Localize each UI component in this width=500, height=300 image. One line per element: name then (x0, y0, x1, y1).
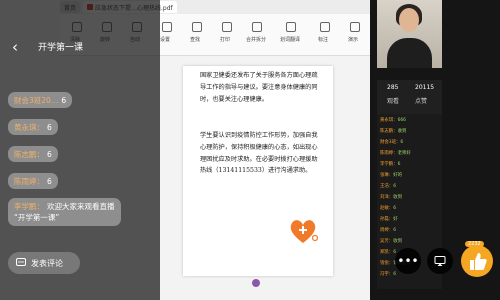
present-icon[interactable] (350, 22, 360, 32)
chat-bubble: 黄永琪： 6 (8, 119, 58, 135)
danmaku-text: 6 (393, 184, 396, 189)
chat-user: 李学鹏： (14, 202, 44, 211)
danmaku-user: 张琳： (380, 173, 394, 178)
chat-text: 欢迎大家来观看直播 (47, 202, 115, 211)
danmaku-text: 好 (393, 217, 398, 222)
thumbs-up-icon[interactable] (460, 244, 494, 278)
teacher-camera (377, 0, 442, 68)
chat-bubble: 陈雨婷： 6 (8, 173, 58, 189)
toolbar-label: 演示 (348, 37, 359, 43)
danmaku-user: 黄永琪： (380, 118, 398, 123)
chat-text: 6 (61, 95, 67, 105)
viewer-label: 观看 (387, 98, 400, 105)
chat-user: 财会3班20… (14, 95, 59, 105)
danmaku-item: 周婷：6 (380, 228, 438, 234)
toolbar-label: 设置 (160, 37, 171, 43)
person-body (387, 38, 432, 68)
chat-message: 李学鹏： 欢迎大家来观看直播 “开学第一课” (8, 198, 121, 226)
danmaku-item: 陈志鹏：收到 (380, 129, 438, 135)
danmaku-item: 陈雨婷：老师好 (380, 151, 438, 157)
danmaku-user: 赵敏： (380, 206, 394, 211)
danmaku-user: 吴芳： (380, 239, 394, 244)
live-stats: 285 20115 观看 点赞 (377, 80, 442, 114)
chevron-left-icon[interactable]: ‹ (12, 40, 24, 55)
toolbar-label: 划词翻译 (280, 37, 301, 43)
chat-text: 6 (47, 122, 52, 132)
chat-bubble: 财会3班20… 6 (8, 92, 73, 108)
settings-icon[interactable] (162, 22, 172, 32)
danmaku-item: 黄永琪：666 (380, 118, 438, 124)
viewer-count: 285 (387, 84, 399, 91)
chat-text: “开学第一课” (14, 213, 60, 222)
chat-message: 财会3班20… 6 (8, 92, 73, 108)
print-icon[interactable] (222, 22, 232, 32)
danmaku-user: 刘洋： (380, 195, 394, 200)
danmaku-item: 孙磊：好 (380, 217, 438, 223)
danmaku-user: 财会3班： (380, 140, 401, 145)
danmaku-text: 6 (393, 206, 396, 211)
document-paragraph: 国家卫健委还发布了关于服务各方面心理疏导工作的指导与建议。要注意身体健康的同时，… (200, 72, 318, 103)
danmaku-text: 老师好 (397, 151, 411, 156)
danmaku-text: 好的 (393, 173, 402, 178)
danmaku-text: 收到 (393, 239, 402, 244)
more-icon: ••• (397, 254, 419, 268)
danmaku-item: 王浩：6 (380, 184, 438, 190)
danmaku-user: 钱悦： (380, 261, 394, 266)
like-label: 点赞 (415, 98, 428, 105)
danmaku-user: 周婷： (380, 228, 394, 233)
person-face (399, 8, 419, 32)
heart-stethoscope-icon (290, 220, 319, 243)
chat-user: 黄永琪： (14, 122, 44, 132)
chat-bubble: 李学鹏： 欢迎大家来观看直播 “开学第一课” (8, 198, 121, 226)
chat-message: 陈志鹏： 6 (8, 146, 58, 162)
danmaku-user: 王浩： (380, 184, 394, 189)
cast-icon (434, 256, 446, 266)
danmaku-text: 666 (397, 118, 406, 123)
danmaku-user: 陈雨婷： (380, 151, 398, 156)
danmaku-user: 陈志鹏： (380, 129, 398, 134)
chat-message: 陈雨婷： 6 (8, 173, 58, 189)
page-indicator[interactable] (252, 279, 260, 287)
danmaku-user: 孙磊： (380, 217, 394, 222)
like-count-badge: 2232 (465, 241, 484, 247)
live-title: 开学第一课 (38, 43, 84, 53)
toolbar-label: 标注 (318, 37, 329, 43)
danmaku-text: 6 (393, 228, 396, 233)
comment-button[interactable]: 发表评论 (8, 252, 80, 274)
chat-user: 陈雨婷： (14, 176, 44, 186)
chat-text: 6 (47, 176, 52, 186)
chat-text: 6 (47, 149, 52, 159)
annotate-icon[interactable] (320, 22, 330, 32)
danmaku-user: 冯宇： (380, 272, 394, 277)
toolbar-label: 查找 (190, 37, 201, 43)
danmaku-text: 6 (400, 140, 404, 145)
chat-bubble: 陈志鹏： 6 (8, 146, 58, 162)
merge-icon[interactable] (252, 22, 262, 32)
danmaku-text: 收到 (393, 195, 402, 200)
chat-message: 黄永琪： 6 (8, 119, 58, 135)
danmaku-user: 李学鹏： (380, 162, 398, 167)
danmaku-text: 收到 (397, 129, 407, 134)
chat-user: 陈志鹏： (14, 149, 44, 159)
danmaku-item: 财会3班：6 (380, 140, 438, 146)
danmaku-user: 郑凯： (380, 250, 394, 255)
toolbar-label: 打印 (220, 37, 231, 43)
danmaku-item: 吴芳：收到 (380, 239, 438, 245)
like-total: 20115 (415, 84, 435, 91)
search-icon[interactable] (192, 22, 202, 32)
toolbar-label: 合并拆分 (246, 37, 267, 43)
comment-button-label: 发表评论 (31, 258, 63, 268)
danmaku-text: 6 (397, 162, 401, 167)
cast-button[interactable] (427, 248, 453, 274)
comment-icon (16, 258, 26, 266)
danmaku-item: 刘洋：收到 (380, 195, 438, 201)
document-paragraph: 学生要认识到疫情防控工作形势，加强自我心理防护，保持积极健康的心态，如出现心理困… (200, 132, 318, 175)
danmaku-item: 张琳：好的 (380, 173, 438, 179)
danmaku-item: 李学鹏：6 (380, 162, 438, 168)
more-button[interactable]: ••• (395, 248, 421, 274)
danmaku-item: 赵敏：6 (380, 206, 438, 212)
danmaku-text: 6 (393, 272, 396, 277)
translate-icon[interactable] (286, 22, 296, 32)
